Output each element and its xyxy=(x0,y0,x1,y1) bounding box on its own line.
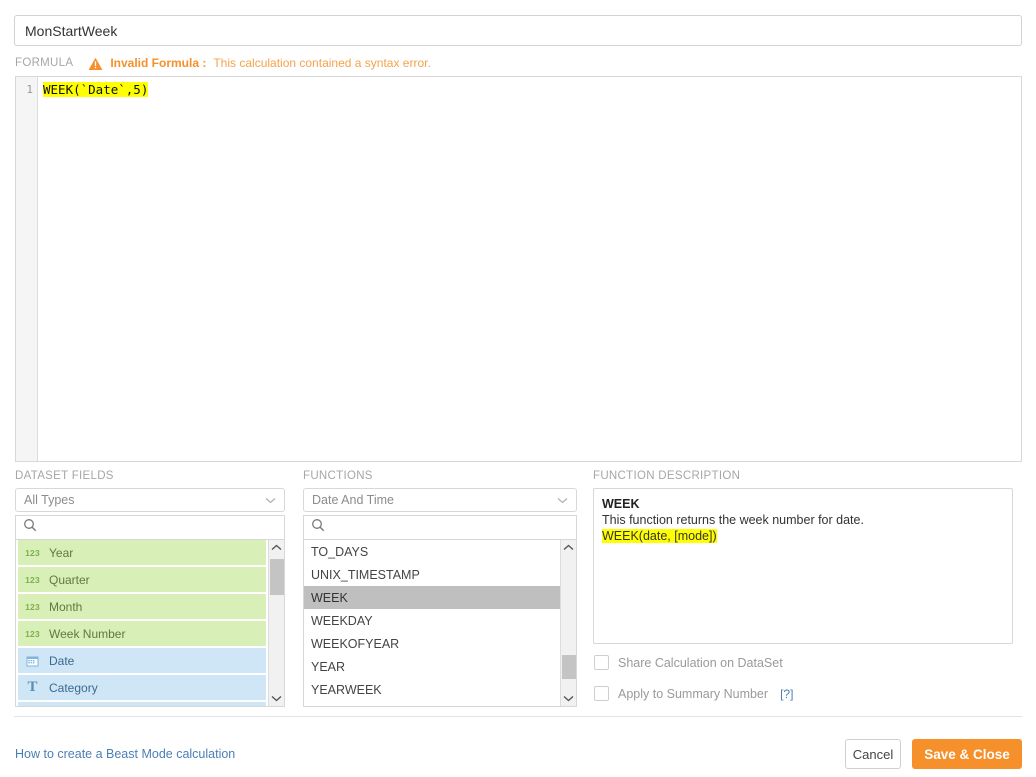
apply-summary-checkbox[interactable] xyxy=(594,686,609,701)
calendar-icon xyxy=(24,655,41,667)
dataset-field-row[interactable]: 123 Month xyxy=(18,594,266,619)
dataset-field-row[interactable]: 123 Year xyxy=(18,540,266,565)
beast-mode-calculation-dialog: FORMULA Invalid Formula : This calculati… xyxy=(0,0,1036,777)
dataset-search-box[interactable] xyxy=(15,515,285,540)
apply-summary-label: Apply to Summary Number xyxy=(618,686,769,701)
text-t-icon: T xyxy=(27,679,38,695)
editor-line-numbers: 1 xyxy=(16,77,38,461)
scroll-up-arrow-icon[interactable] xyxy=(561,540,576,555)
function-description-signature: WEEK(date, [mode]) xyxy=(602,529,717,543)
number-123-icon: 123 xyxy=(25,628,40,639)
save-and-close-button[interactable]: Save & Close xyxy=(912,739,1022,769)
search-icon xyxy=(311,518,325,537)
formula-code-text[interactable]: WEEK(`Date`,5) xyxy=(43,82,149,97)
number-123-icon: 123 xyxy=(25,601,40,612)
dataset-field-label: Year xyxy=(49,545,74,560)
warning-triangle-icon xyxy=(88,57,103,71)
formula-header: FORMULA Invalid Formula : This calculati… xyxy=(15,55,431,71)
dataset-fields-list-inner: 123 Year 123 Quarter 123 Month 123 Week … xyxy=(16,540,268,706)
functions-scroll-thumb[interactable] xyxy=(562,655,576,679)
formula-error-title: Invalid Formula : xyxy=(110,56,207,70)
footer-divider xyxy=(14,716,1022,717)
how-to-link[interactable]: How to create a Beast Mode calculation xyxy=(15,747,235,761)
dataset-fields-label: DATASET FIELDS xyxy=(15,470,114,482)
dataset-field-label: Date xyxy=(49,653,75,668)
function-description-label: FUNCTION DESCRIPTION xyxy=(593,470,741,482)
dataset-field-row[interactable]: T Category xyxy=(18,675,266,700)
function-label: YEARWEEK xyxy=(311,682,382,697)
dataset-field-label: Category xyxy=(49,680,98,695)
function-row[interactable]: UNIX_TIMESTAMP xyxy=(304,563,560,586)
functions-list[interactable]: TO_DAYS UNIX_TIMESTAMP WEEK WEEKDAY WEEK… xyxy=(303,540,577,707)
dataset-type-filter-value: All Types xyxy=(24,493,75,507)
function-label: TO_DAYS xyxy=(311,544,369,559)
function-description-box: WEEK This function returns the week numb… xyxy=(593,488,1013,644)
functions-search-box[interactable] xyxy=(303,515,577,540)
search-icon xyxy=(23,518,37,537)
functions-category-value: Date And Time xyxy=(312,493,394,507)
calculation-name-input[interactable] xyxy=(14,15,1022,46)
function-row[interactable]: WEEKDAY xyxy=(304,609,560,632)
function-description-body: This function returns the week number fo… xyxy=(602,513,864,527)
function-label: YEAR xyxy=(311,659,346,674)
functions-list-inner: TO_DAYS UNIX_TIMESTAMP WEEK WEEKDAY WEEK… xyxy=(304,540,560,706)
functions-label: FUNCTIONS xyxy=(303,470,373,482)
dataset-field-row-partial[interactable] xyxy=(18,702,266,706)
apply-summary-option[interactable]: Apply to Summary Number [?] xyxy=(594,686,793,701)
summary-help-link[interactable]: [?] xyxy=(780,687,793,701)
function-label: WEEKDAY xyxy=(311,613,373,628)
chevron-down-icon xyxy=(265,493,276,507)
share-calculation-checkbox[interactable] xyxy=(594,655,609,670)
dataset-scroll-thumb[interactable] xyxy=(270,559,284,595)
functions-list-scrollbar[interactable] xyxy=(560,540,576,706)
dataset-field-row[interactable]: 123 Quarter xyxy=(18,567,266,592)
share-calculation-label: Share Calculation on DataSet xyxy=(618,655,783,670)
dataset-search-input[interactable] xyxy=(37,519,284,536)
formula-label: FORMULA xyxy=(15,57,74,69)
functions-category-select[interactable]: Date And Time xyxy=(303,488,577,512)
dataset-field-label: Quarter xyxy=(49,572,90,587)
line-number: 1 xyxy=(26,83,33,96)
dataset-fields-list[interactable]: 123 Year 123 Quarter 123 Month 123 Week … xyxy=(15,540,285,707)
function-row[interactable]: YEARWEEK xyxy=(304,678,560,701)
code-line-1[interactable]: WEEK(`Date`,5) xyxy=(43,82,1021,98)
share-calculation-option[interactable]: Share Calculation on DataSet xyxy=(594,655,783,670)
function-row-selected[interactable]: WEEK xyxy=(304,586,560,609)
chevron-down-icon xyxy=(557,493,568,507)
dataset-field-label: Month xyxy=(49,599,83,614)
scroll-up-arrow-icon[interactable] xyxy=(269,540,284,555)
function-row[interactable]: WEEKOFYEAR xyxy=(304,632,560,655)
cancel-button[interactable]: Cancel xyxy=(845,739,901,769)
scroll-down-arrow-icon[interactable] xyxy=(269,691,284,706)
formula-editor[interactable]: 1 WEEK(`Date`,5) xyxy=(15,76,1022,462)
functions-scroll-track[interactable] xyxy=(561,555,576,691)
dataset-scroll-track[interactable] xyxy=(269,555,284,691)
function-row[interactable]: TO_DAYS xyxy=(304,540,560,563)
editor-code-area[interactable]: WEEK(`Date`,5) xyxy=(38,77,1021,461)
dataset-field-row[interactable]: 123 Week Number xyxy=(18,621,266,646)
function-label: UNIX_TIMESTAMP xyxy=(311,567,420,582)
formula-error-message: This calculation contained a syntax erro… xyxy=(213,56,431,70)
functions-search-input[interactable] xyxy=(325,519,576,536)
scroll-down-arrow-icon[interactable] xyxy=(561,691,576,706)
function-description-title: WEEK xyxy=(602,497,640,511)
function-row[interactable]: YEAR xyxy=(304,655,560,678)
function-label: WEEK xyxy=(311,590,348,605)
dataset-type-filter-select[interactable]: All Types xyxy=(15,488,285,512)
dataset-field-row[interactable]: Date xyxy=(18,648,266,673)
dataset-field-label: Week Number xyxy=(49,626,126,641)
dataset-list-scrollbar[interactable] xyxy=(268,540,284,706)
number-123-icon: 123 xyxy=(25,574,40,585)
number-123-icon: 123 xyxy=(25,547,40,558)
function-label: WEEKOFYEAR xyxy=(311,636,400,651)
